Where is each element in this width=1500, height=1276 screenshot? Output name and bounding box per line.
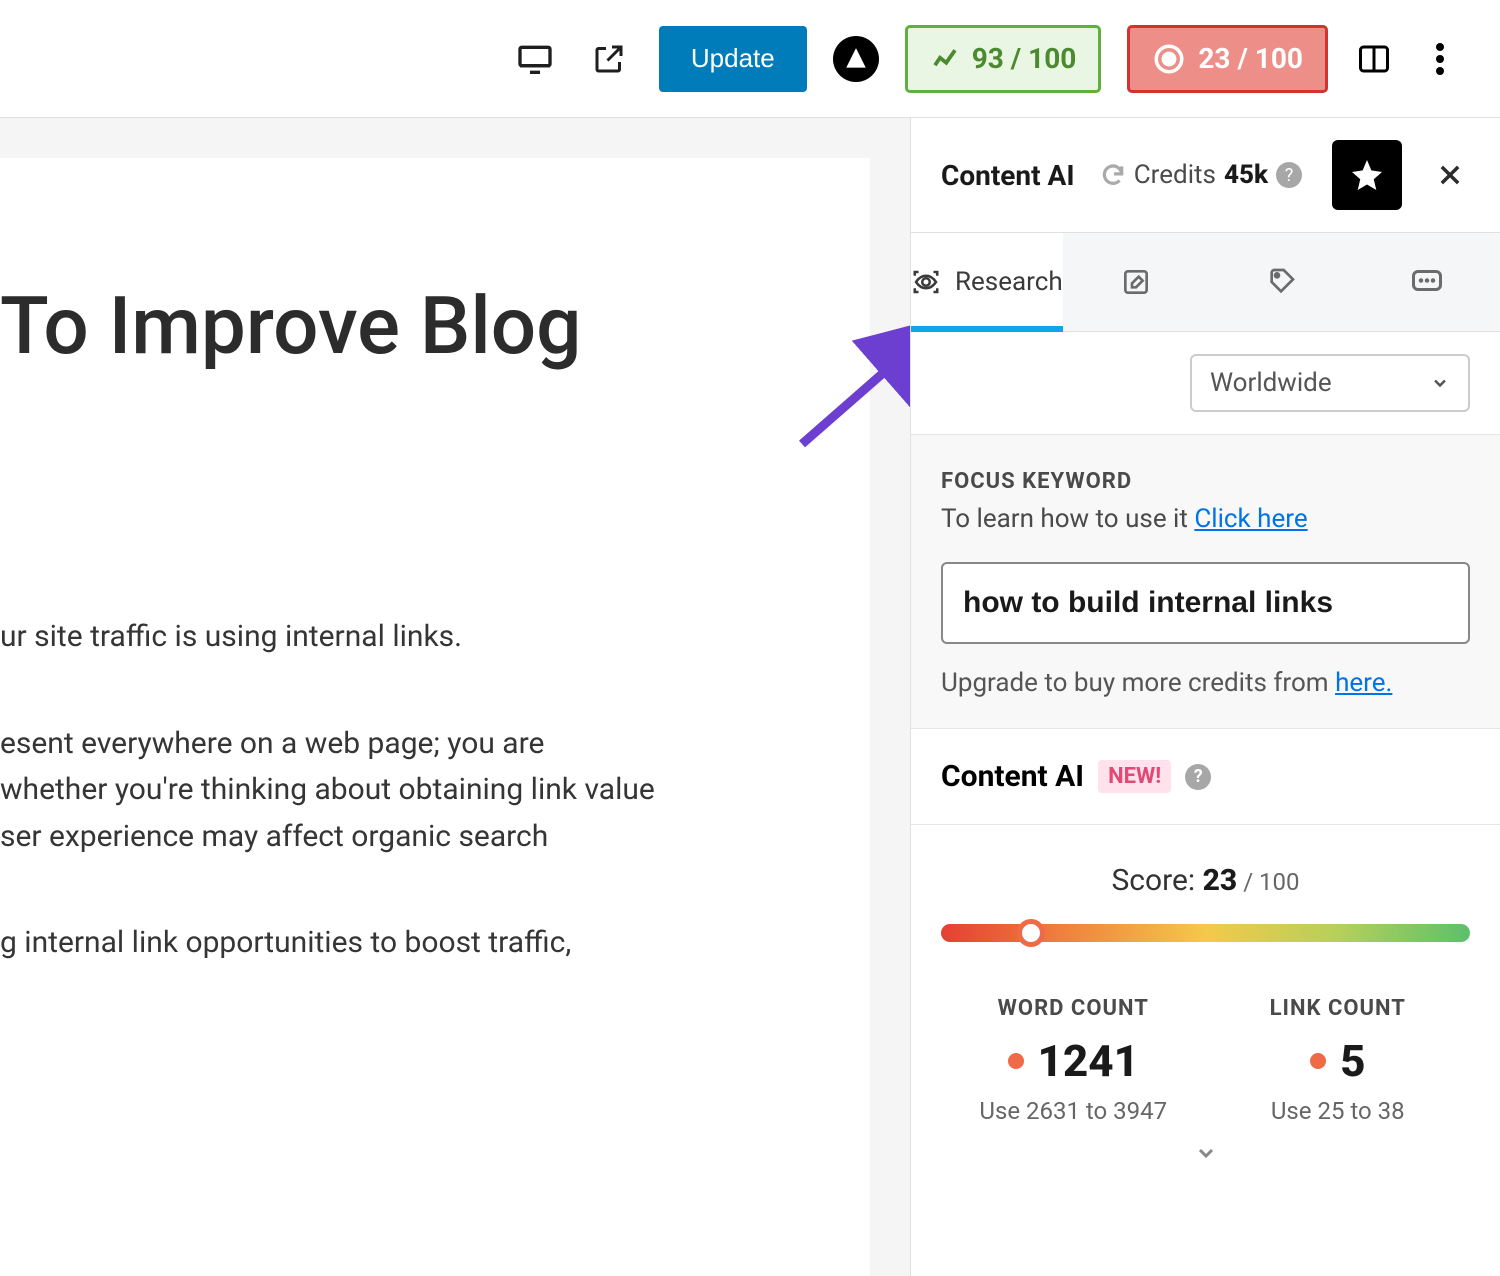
panel-toggle-icon[interactable] (1354, 39, 1394, 79)
post-body[interactable]: ur site traffic is using internal links.… (0, 614, 870, 967)
edit-icon (1120, 266, 1152, 298)
region-select[interactable]: Worldwide (1190, 354, 1470, 412)
update-button[interactable]: Update (659, 26, 807, 92)
link-count-value: 5 (1310, 1035, 1365, 1087)
top-toolbar: Update 93 / 100 23 / 100 (0, 0, 1500, 118)
chevron-down-icon (1194, 1141, 1218, 1165)
score-text: Score: 23 / 100 (941, 863, 1470, 898)
focus-keyword-help: To learn how to use it Click here (941, 504, 1470, 534)
ai-score-pill[interactable]: 23 / 100 (1127, 25, 1328, 93)
main-area: To Improve Blog ur site traffic is using… (0, 118, 1500, 1276)
credits-display[interactable]: Credits 45k ? (1100, 160, 1302, 190)
plugin-avatar-icon[interactable] (833, 36, 879, 82)
region-row: Worldwide (911, 332, 1500, 435)
sidebar-close-button[interactable] (1430, 155, 1470, 195)
help-icon[interactable]: ? (1185, 764, 1211, 790)
tab-write[interactable] (1063, 233, 1209, 331)
eye-scan-icon (911, 267, 941, 297)
focus-keyword-input[interactable] (941, 562, 1470, 644)
focus-help-link[interactable]: Click here (1194, 504, 1307, 534)
word-count-value: 1241 (1008, 1035, 1140, 1087)
score-body: Score: 23 / 100 WORD COUNT 1241 Use 2631… (911, 825, 1500, 1189)
help-icon[interactable]: ? (1276, 162, 1302, 188)
new-badge: NEW! (1098, 760, 1171, 793)
link-count-label: LINK COUNT (1206, 996, 1471, 1021)
body-line: esent everywhere on a web page; you are … (0, 721, 870, 861)
upgrade-credits-text: Upgrade to buy more credits from here. (941, 668, 1470, 698)
score-knob (1017, 919, 1045, 947)
region-selected-label: Worldwide (1210, 368, 1332, 398)
tab-research-label: Research (955, 267, 1063, 297)
tab-research[interactable]: Research (911, 233, 1063, 331)
link-count-col: LINK COUNT 5 Use 25 to 38 (1206, 996, 1471, 1125)
seo-score-value: 93 / 100 (972, 42, 1077, 75)
word-count-hint: Use 2631 to 3947 (941, 1097, 1206, 1125)
content-ai-score-header: Content AI NEW! ? (911, 729, 1500, 825)
editor-card[interactable]: To Improve Blog ur site traffic is using… (0, 158, 870, 1276)
upgrade-link[interactable]: here. (1335, 668, 1392, 698)
score-gradient-bar (941, 924, 1470, 942)
credits-value: 45k (1224, 160, 1268, 190)
close-icon (1436, 161, 1464, 189)
status-dot (1008, 1053, 1024, 1069)
body-line: g internal link opportunities to boost t… (0, 920, 870, 967)
credits-label: Credits (1134, 160, 1216, 190)
favorites-button[interactable] (1332, 140, 1402, 210)
status-dot (1310, 1053, 1326, 1069)
link-count-hint: Use 25 to 38 (1206, 1097, 1471, 1125)
focus-keyword-label: FOCUS KEYWORD (941, 469, 1470, 494)
tab-tag[interactable] (1208, 233, 1354, 331)
sidebar-tabs: Research (911, 233, 1500, 332)
open-external-icon[interactable] (585, 35, 633, 83)
body-line: ur site traffic is using internal links. (0, 614, 870, 661)
sidebar-header: Content AI Credits 45k ? (911, 118, 1500, 233)
chat-icon (1409, 264, 1445, 300)
seo-score-pill[interactable]: 93 / 100 (905, 25, 1102, 93)
word-count-label: WORD COUNT (941, 996, 1206, 1021)
tab-chat[interactable] (1354, 233, 1500, 331)
sidebar-title: Content AI (941, 159, 1075, 192)
ai-score-value: 23 / 100 (1198, 42, 1303, 75)
preview-desktop-icon[interactable] (511, 35, 559, 83)
chevron-down-icon (1430, 373, 1450, 393)
post-title[interactable]: To Improve Blog (0, 278, 870, 374)
refresh-icon (1100, 162, 1126, 188)
star-icon (1349, 157, 1385, 193)
tag-icon (1265, 266, 1297, 298)
counts-row: WORD COUNT 1241 Use 2631 to 3947 LINK CO… (941, 996, 1470, 1125)
content-ai-score-title: Content AI (941, 759, 1084, 794)
expand-button[interactable] (941, 1141, 1470, 1169)
content-ai-sidebar: Content AI Credits 45k ? Research (910, 118, 1500, 1276)
focus-keyword-section: FOCUS KEYWORD To learn how to use it Cli… (911, 435, 1500, 729)
word-count-col: WORD COUNT 1241 Use 2631 to 3947 (941, 996, 1206, 1125)
editor-pane: To Improve Blog ur site traffic is using… (0, 118, 910, 1276)
more-menu-icon[interactable] (1420, 39, 1460, 79)
